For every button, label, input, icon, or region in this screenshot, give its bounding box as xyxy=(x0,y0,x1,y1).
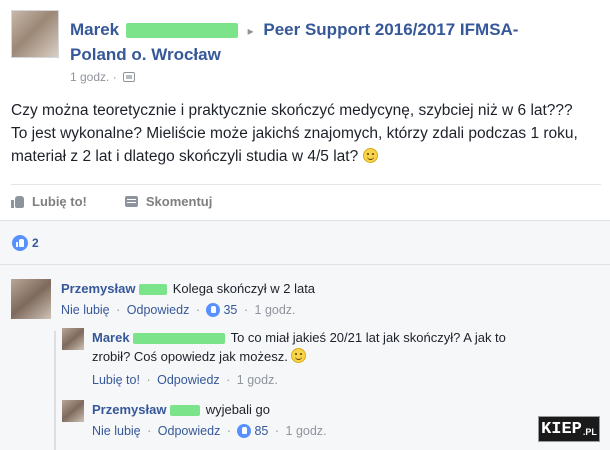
censored-surname xyxy=(133,333,226,345)
comment-content: Przemysław wyjebali go xyxy=(92,400,532,419)
post-body: Czy można teoretycznie i praktycznie sko… xyxy=(11,99,591,168)
commenter-avatar[interactable] xyxy=(62,400,84,422)
comment-content: Przemysław Kolega skończył w 2 lata xyxy=(61,279,581,298)
meta-separator: · xyxy=(112,70,117,84)
comment-actions: Nie lubię · Odpowiedz · 85 · 1 godz. xyxy=(92,424,327,438)
comment-like-link[interactable]: Lubię to! xyxy=(92,373,140,387)
post-author-name[interactable]: Marek xyxy=(70,20,119,39)
author-avatar[interactable] xyxy=(11,10,59,58)
comment-1: Przemysław Kolega skończył w 2 lata Nie … xyxy=(11,279,601,325)
post-header: Marek ▸ Peer Support 2016/2017 IFMSA-Pol… xyxy=(11,10,601,90)
comment-text: wyjebali go xyxy=(205,402,271,417)
comment-like-link[interactable]: Nie lubię xyxy=(92,424,141,438)
commenter-name[interactable]: Marek xyxy=(92,330,130,345)
comment-actions: Nie lubię · Odpowiedz · 35 · 1 godz. xyxy=(61,303,296,317)
censored-surname xyxy=(125,23,238,39)
like-icon xyxy=(237,424,252,438)
site-watermark-logo: KIEP .PL xyxy=(538,416,600,442)
separator: · xyxy=(147,424,152,438)
like-button[interactable]: Lubię to! xyxy=(11,194,87,209)
like-button-label: Lubię to! xyxy=(32,194,87,209)
comment-reply-link[interactable]: Odpowiedz xyxy=(158,424,221,438)
commenter-name[interactable]: Przemysław xyxy=(61,281,135,296)
censored-surname xyxy=(170,405,201,417)
post-author-line: Marek ▸ Peer Support 2016/2017 IFMSA-Pol… xyxy=(70,18,570,67)
reply-2: Przemysław wyjebali go Nie lubię · Odpow… xyxy=(62,400,532,444)
comments-section: 2 Przemysław Kolega skończył w 2 lata Ni… xyxy=(0,220,610,450)
comment-text-line1: To co miał jakieś 20/21 lat jak skończył… xyxy=(230,330,506,345)
separator: · xyxy=(226,373,231,387)
separator: · xyxy=(243,303,249,317)
comment-icon xyxy=(124,196,138,207)
comment-text-line2: zrobił? Coś opowiedz jak możesz. xyxy=(92,349,288,364)
commenter-avatar[interactable] xyxy=(62,328,84,350)
like-icon xyxy=(206,303,221,317)
comment-like-link[interactable]: Nie lubię xyxy=(61,303,110,317)
privacy-icon[interactable] xyxy=(123,72,136,82)
comment-timestamp[interactable]: 1 godz. xyxy=(237,373,278,387)
arrow-icon: ▸ xyxy=(247,23,254,38)
comment-button[interactable]: Skomentuj xyxy=(124,194,213,209)
post-meta: 1 godz. · xyxy=(70,70,136,84)
reply-1: Marek To co miał jakieś 20/21 lat jak sk… xyxy=(62,328,602,394)
watermark-suffix: .PL xyxy=(582,427,597,437)
comment-actions: Lubię to! · Odpowiedz · 1 godz. xyxy=(92,373,278,387)
comment-content: Marek To co miał jakieś 20/21 lat jak sk… xyxy=(92,328,592,366)
watermark-main: KIEP xyxy=(541,419,582,439)
comment-reply-link[interactable]: Odpowiedz xyxy=(157,373,220,387)
comment-like-count[interactable]: 35 xyxy=(223,303,237,317)
comment-button-label: Skomentuj xyxy=(145,194,213,209)
post-text: Czy można teoretycznie i praktycznie sko… xyxy=(11,102,578,165)
divider xyxy=(0,264,610,265)
smiley-icon xyxy=(291,348,307,363)
reply-thread-line xyxy=(54,331,56,450)
separator: · xyxy=(226,424,231,438)
comment-text: Kolega skończył w 2 lata xyxy=(172,281,316,296)
comment-reply-link[interactable]: Odpowiedz xyxy=(127,303,190,317)
post-action-bar: Lubię to! Skomentuj xyxy=(11,184,601,218)
like-icon xyxy=(11,195,25,208)
comment-timestamp[interactable]: 1 godz. xyxy=(286,424,327,438)
separator: · xyxy=(274,424,280,438)
smiley-icon xyxy=(362,148,378,163)
post-timestamp[interactable]: 1 godz. xyxy=(70,70,109,84)
separator: · xyxy=(195,303,200,317)
censored-surname xyxy=(139,284,168,296)
like-reaction-icon xyxy=(12,235,28,251)
separator: · xyxy=(116,303,121,317)
separator: · xyxy=(146,373,151,387)
commenter-avatar[interactable] xyxy=(11,279,51,319)
reaction-count: 2 xyxy=(32,236,39,250)
comment-like-count[interactable]: 85 xyxy=(254,424,268,438)
commenter-name[interactable]: Przemysław xyxy=(92,402,166,417)
reaction-summary[interactable]: 2 xyxy=(12,235,39,251)
comment-timestamp[interactable]: 1 godz. xyxy=(255,303,296,317)
